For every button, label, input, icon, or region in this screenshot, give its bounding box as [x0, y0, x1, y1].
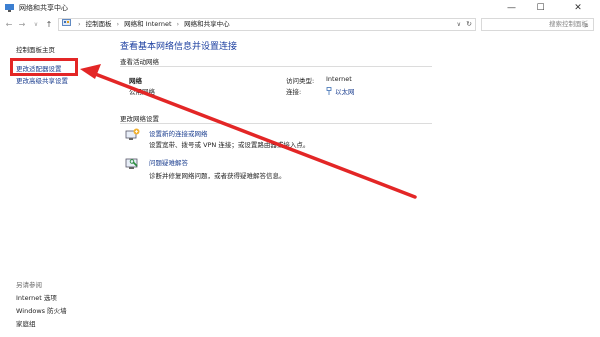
- access-type-value: Internet: [326, 75, 352, 83]
- breadcrumb-control-panel[interactable]: 控制面板: [86, 20, 112, 28]
- sidebar-link-advanced-sharing[interactable]: 更改高级共享设置: [16, 75, 68, 85]
- control-panel-icon: [62, 19, 71, 26]
- ethernet-label[interactable]: 以太网: [335, 88, 355, 96]
- address-dropdown-icon[interactable]: ∨: [457, 19, 461, 30]
- main-panel: 查看基本网络信息并设置连接 查看活动网络 网络 公用网络 访问类型: Inter…: [100, 33, 600, 337]
- active-networks-heading: 查看活动网络: [120, 58, 159, 66]
- address-bar[interactable]: › 控制面板 › 网络和 Internet › 网络和共享中心 ∨ ↻: [58, 18, 476, 31]
- highlight-box: [10, 58, 78, 76]
- sidebar-link-windows-firewall[interactable]: Windows 防火墙: [16, 305, 67, 315]
- sidebar-link-home[interactable]: 控制面板主页: [16, 44, 55, 54]
- close-button[interactable]: ✕: [556, 0, 600, 17]
- breadcrumb-sharing-center[interactable]: 网络和共享中心: [184, 20, 230, 28]
- ethernet-connection-link[interactable]: 以太网: [326, 86, 355, 96]
- window-title: 网络和共享中心: [19, 4, 68, 12]
- page-title: 查看基本网络信息并设置连接: [120, 42, 238, 52]
- setup-new-connection-link[interactable]: 设置新的连接或网络: [149, 128, 208, 138]
- sidebar: 控制面板主页 更改适配器设置 更改高级共享设置 另请参阅 Internet 选项…: [0, 33, 100, 337]
- access-type-label: 访问类型:: [286, 77, 315, 85]
- new-connection-icon: [125, 128, 140, 140]
- breadcrumb-separator: ›: [116, 21, 120, 28]
- sidebar-link-homegroup[interactable]: 家庭组: [16, 318, 36, 328]
- search-input[interactable]: [482, 19, 588, 29]
- up-arrow-icon[interactable]: ↑: [44, 19, 54, 30]
- troubleshoot-link[interactable]: 问题疑难解答: [149, 157, 188, 167]
- network-type: 公用网络: [129, 88, 155, 96]
- maximize-button[interactable]: ☐: [527, 0, 554, 17]
- divider: [120, 123, 432, 124]
- change-settings-heading: 更改网络设置: [120, 115, 159, 123]
- breadcrumb-separator: ›: [176, 21, 179, 28]
- network-name: 网络: [129, 77, 142, 85]
- network-center-icon: [5, 4, 14, 12]
- setup-new-connection-desc: 设置宽带、拨号或 VPN 连接；或设置路由器或接入点。: [149, 141, 310, 149]
- recent-locations-chevron-icon[interactable]: ∨: [31, 19, 41, 30]
- troubleshoot-desc: 诊断并修复网络问题，或者获得疑难解答信息。: [149, 172, 286, 180]
- address-toolbar: ← → ∨ ↑ › 控制面板 › 网络和 Internet › 网络和共享中心 …: [0, 17, 600, 33]
- sidebar-link-internet-options[interactable]: Internet 选项: [16, 292, 57, 302]
- search-icon[interactable]: ⌕: [585, 20, 589, 31]
- breadcrumb-separator: ›: [78, 21, 81, 28]
- breadcrumb-network-internet[interactable]: 网络和 Internet: [124, 20, 171, 28]
- connections-label: 连接:: [286, 88, 302, 96]
- troubleshoot-icon: [125, 158, 138, 169]
- back-arrow-icon[interactable]: ←: [4, 19, 14, 30]
- see-also-heading: 另请参阅: [16, 281, 42, 289]
- divider: [120, 66, 432, 67]
- title-bar: 网络和共享中心 — ☐ ✕: [0, 0, 600, 18]
- forward-arrow-icon[interactable]: →: [17, 19, 27, 30]
- refresh-icon[interactable]: ↻: [466, 19, 472, 30]
- search-field[interactable]: ⌕: [481, 18, 594, 31]
- ethernet-icon: [326, 87, 332, 95]
- minimize-button[interactable]: —: [498, 0, 525, 17]
